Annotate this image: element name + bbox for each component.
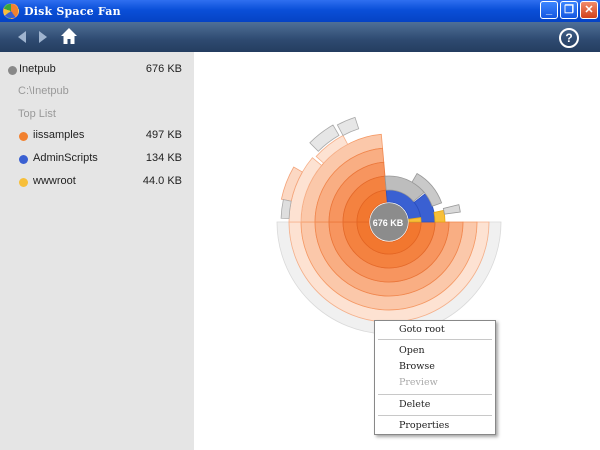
menu-separator — [378, 394, 492, 395]
menu-item-preview: Preview — [399, 377, 438, 388]
item-size: 134 KB — [145, 152, 182, 164]
color-dot — [19, 178, 28, 187]
item-name: iissamples — [33, 129, 85, 141]
close-button[interactable]: ✕ — [580, 1, 598, 19]
toolbar: ? — [0, 22, 600, 52]
menu-item-properties[interactable]: Properties — [399, 420, 449, 431]
color-dot — [19, 155, 28, 164]
root-folder-row[interactable]: Inetpub 676 KB — [0, 60, 194, 80]
root-folder-size: 676 KB — [145, 63, 182, 75]
list-item[interactable]: wwwroot 44.0 KB — [0, 172, 194, 192]
list-item[interactable]: iissamples 497 KB — [0, 126, 194, 146]
center-disc[interactable] — [370, 203, 408, 241]
back-arrow-icon[interactable] — [18, 31, 26, 43]
window-title: Disk Space Fan — [24, 4, 121, 18]
app-icon — [3, 3, 19, 19]
item-size: 44.0 KB — [142, 175, 182, 187]
menu-item-open[interactable]: Open — [399, 345, 425, 356]
menu-separator — [378, 415, 492, 416]
root-color-dot — [8, 66, 17, 75]
menu-item-delete[interactable]: Delete — [399, 399, 430, 410]
color-dot — [19, 132, 28, 141]
top-list-heading: Top List — [18, 108, 56, 120]
title-bar: Disk Space Fan _ ❐ ✕ — [0, 0, 600, 22]
menu-item-goto-root[interactable]: Goto root — [399, 324, 445, 335]
item-size: 497 KB — [145, 129, 182, 141]
menu-item-browse[interactable]: Browse — [399, 361, 435, 372]
item-name: AdminScripts — [33, 152, 98, 164]
folder-path: C:\Inetpub — [18, 85, 69, 97]
maximize-button[interactable]: ❐ — [560, 1, 578, 19]
sidebar: Inetpub 676 KB C:\Inetpub Top List iissa… — [0, 52, 194, 450]
forward-arrow-icon[interactable] — [39, 31, 47, 43]
minimize-button[interactable]: _ — [540, 1, 558, 19]
list-item[interactable]: AdminScripts 134 KB — [0, 149, 194, 169]
context-menu: Goto root Open Browse Preview Delete Pro… — [374, 320, 496, 435]
item-name: wwwroot — [33, 175, 76, 187]
home-icon[interactable] — [60, 27, 78, 45]
menu-separator — [378, 339, 492, 340]
help-button[interactable]: ? — [559, 28, 579, 48]
root-folder-name: Inetpub — [19, 63, 56, 75]
